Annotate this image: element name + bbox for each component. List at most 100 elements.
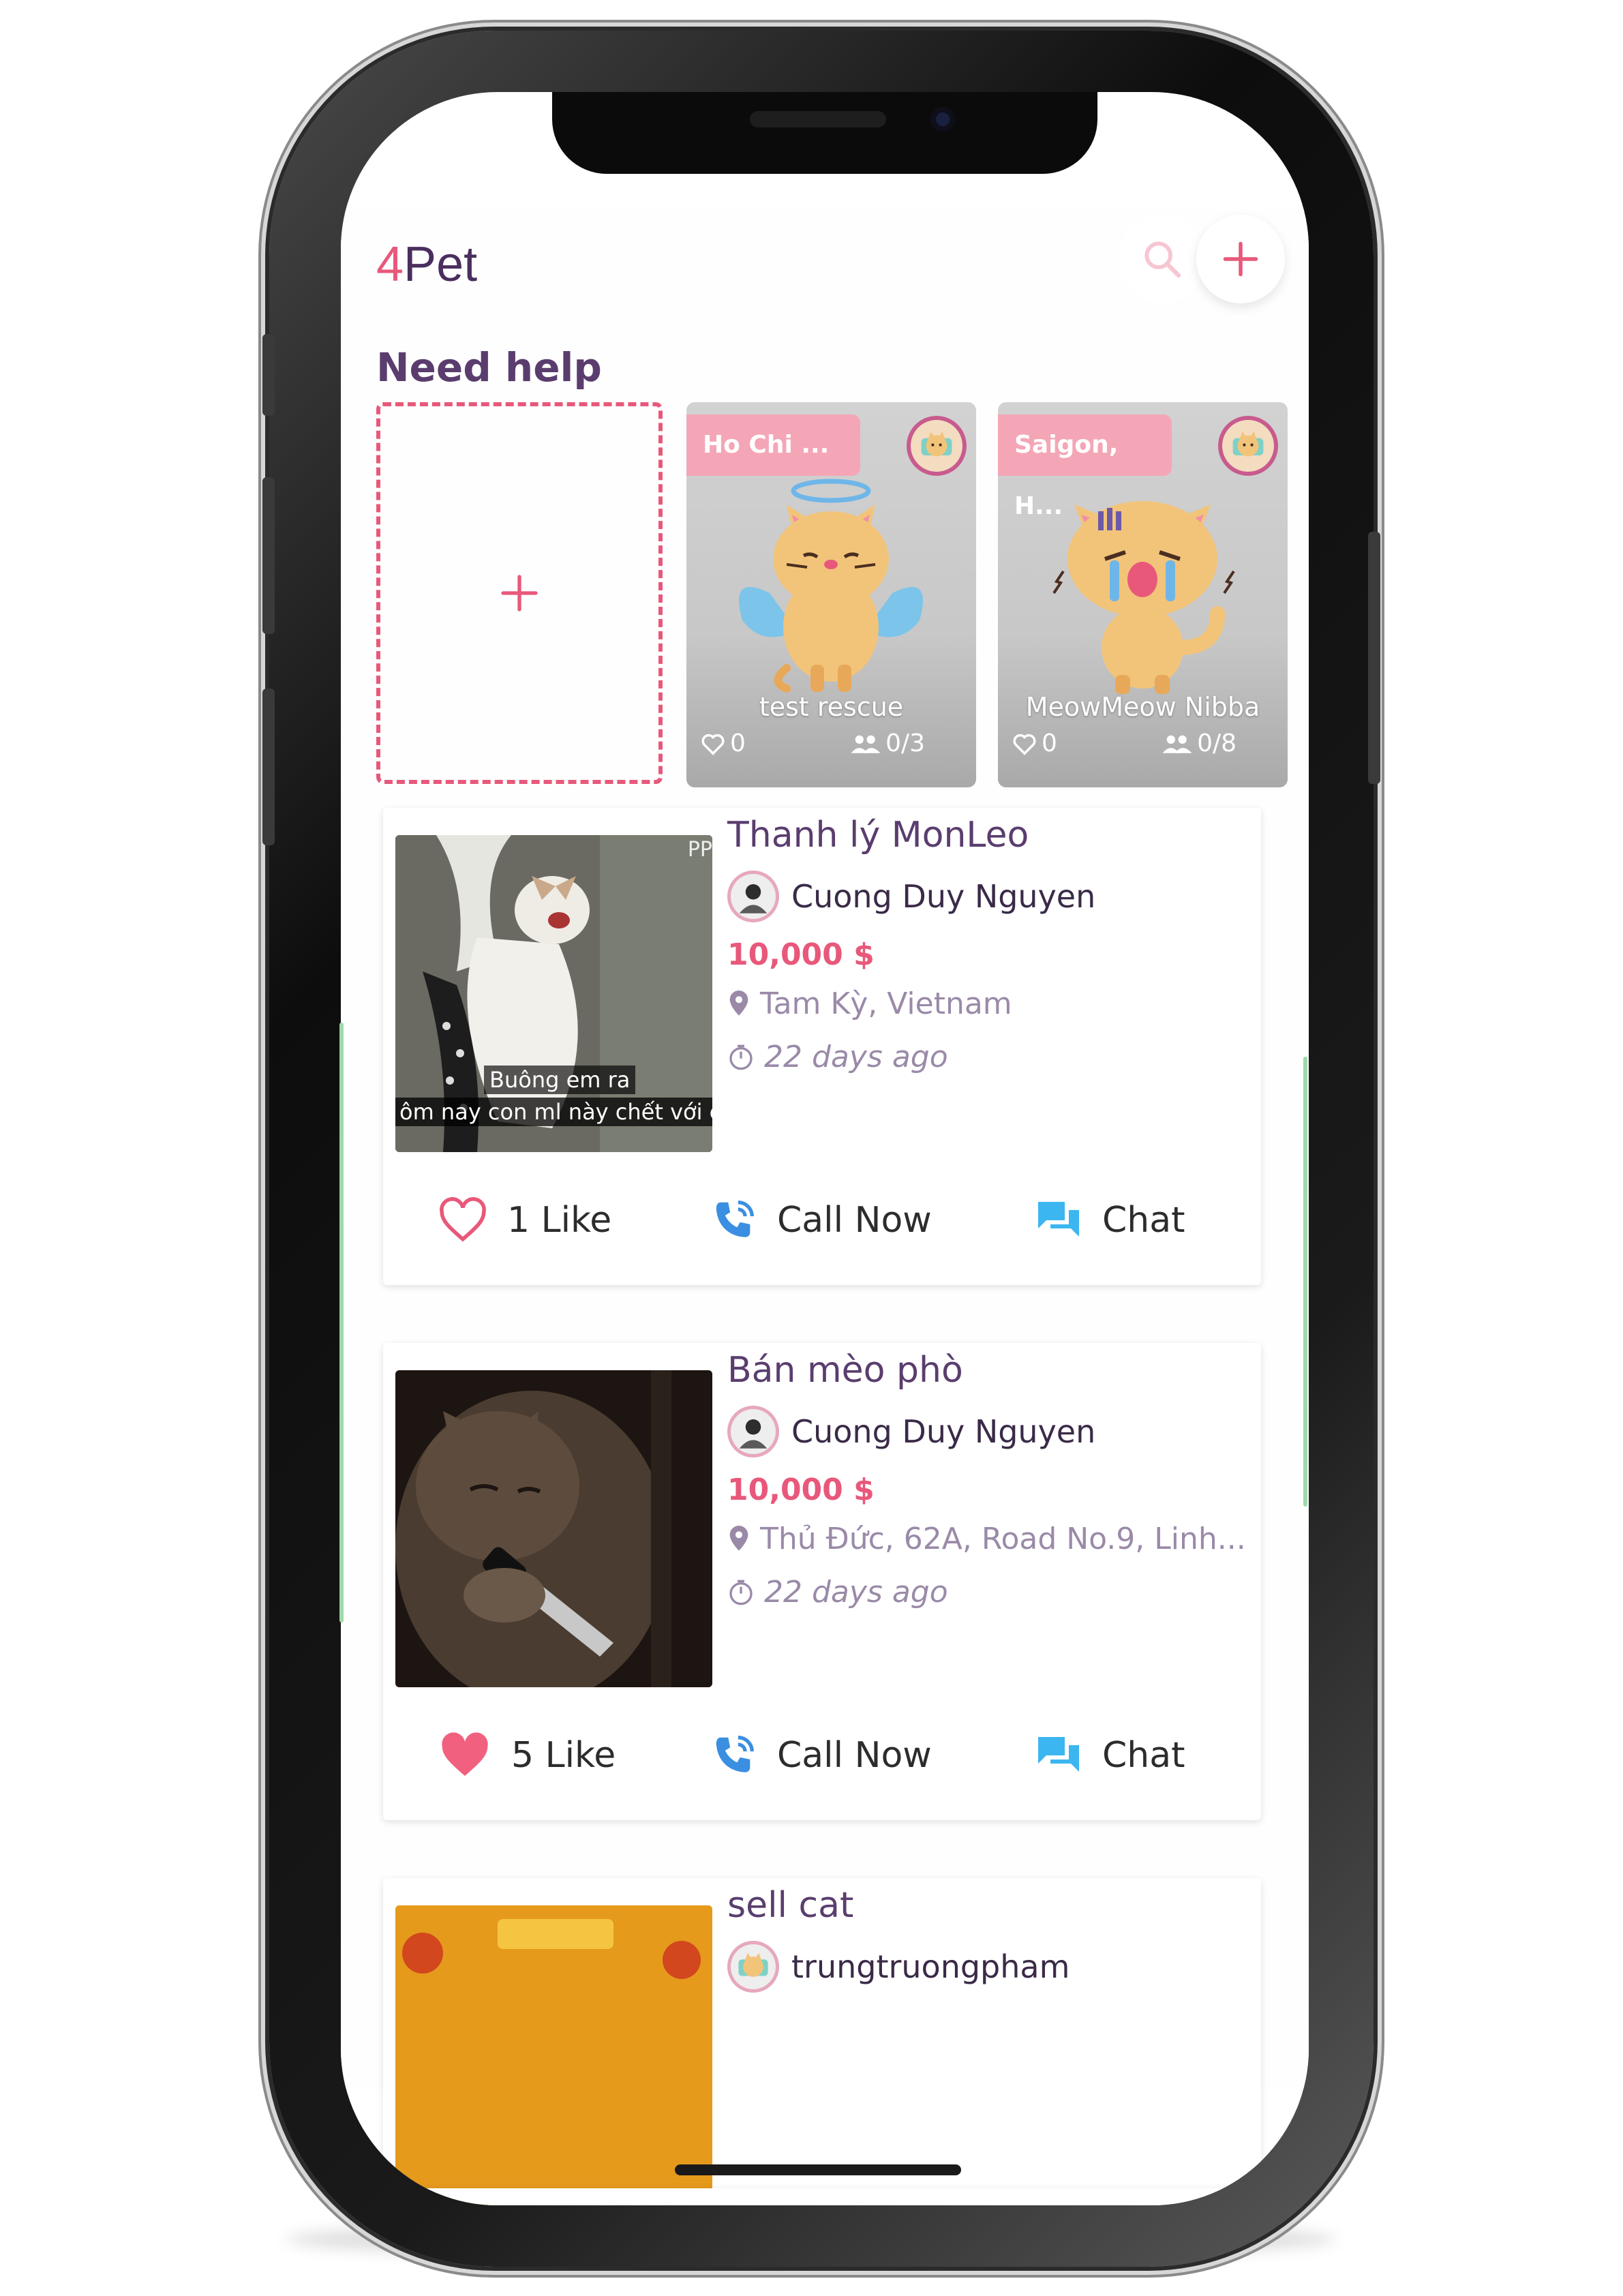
volume-up-button (262, 477, 275, 634)
call-now-button[interactable]: Call Now (710, 1718, 932, 1793)
listing-seller[interactable]: Cuong Duy Nguyen (727, 869, 1095, 924)
need-help-carousel[interactable]: Ho Chi ... test rescue 0 0/3 Saigon, H..… (376, 402, 1309, 791)
like-label: 1 Like (507, 1200, 612, 1241)
location-pin-icon (729, 1525, 748, 1551)
add-post-button[interactable] (1196, 215, 1285, 303)
like-button[interactable]: 1 Like (438, 1183, 611, 1258)
cat-face-icon (921, 432, 952, 457)
listing-photo[interactable] (395, 1905, 712, 2205)
heart-outline-icon (440, 1197, 486, 1242)
listing-time: 22 days ago (727, 1575, 948, 1610)
photo-caption: Buông em ra (484, 1066, 636, 1094)
angel-cat-illustration (739, 479, 923, 693)
chat-label: Chat (1102, 1200, 1185, 1241)
game-banner-photo (395, 1905, 712, 2205)
rescue-likes-count: 0 (1042, 729, 1057, 757)
rescue-likes-count: 0 (730, 729, 746, 757)
listing-title[interactable]: Bán mèo phò (727, 1350, 963, 1391)
plus-icon (501, 575, 538, 611)
listing-seller[interactable]: trungtruongpham (727, 1939, 1070, 1994)
bottom-navigation (341, 2188, 1309, 2205)
cat-face-icon (1232, 432, 1264, 457)
heart-outline-icon (1013, 734, 1036, 755)
seller-avatar (727, 1941, 779, 1993)
location-pin-icon (729, 990, 748, 1016)
heart-filled-icon (442, 1732, 488, 1776)
scroll-edge-indicator (339, 1023, 344, 1622)
rescue-card[interactable]: Saigon, H... MeowMeow Nibba 0 0/8 (998, 402, 1288, 787)
listing-title[interactable]: Thanh lý MonLeo (727, 815, 1029, 856)
listing-location: Tam Kỳ, Vietnam (727, 986, 1012, 1021)
like-button[interactable]: 5 Like (438, 1718, 616, 1793)
rescue-name: MeowMeow Nibba (1025, 692, 1260, 722)
people-icon (1162, 735, 1192, 753)
rescue-stats: 0 0/3 (700, 729, 962, 764)
listing-card[interactable]: sell cat trungtruongpham (383, 1878, 1261, 2205)
rescue-name: test rescue (759, 692, 904, 722)
need-help-title: Need help (376, 344, 602, 391)
rescue-members-count: 0/3 (885, 729, 925, 757)
seller-name: Cuong Duy Nguyen (791, 878, 1096, 915)
chat-button[interactable]: Chat (1034, 1183, 1185, 1258)
search-button[interactable] (1118, 215, 1207, 303)
rescue-likes: 0 (700, 729, 746, 757)
chat-icon (1038, 1202, 1079, 1237)
location-text: Thủ Đức, 62A, Road No.9, Linh... (760, 1522, 1246, 1556)
rescue-members: 0/3 (850, 729, 925, 757)
rescue-stats: 0 0/8 (1012, 729, 1274, 764)
phone-call-icon (716, 1200, 754, 1237)
brand-accent: 4 (376, 237, 404, 292)
add-rescue-card[interactable] (376, 402, 663, 784)
listing-card[interactable]: Buông em ra ôm nay con ml này chết với e… (383, 808, 1261, 1285)
like-label: 5 Like (511, 1735, 616, 1776)
home-indicator[interactable] (675, 2164, 961, 2175)
timer-icon (729, 1580, 753, 1605)
location-text: Tam Kỳ, Vietnam (760, 986, 1012, 1021)
listing-title[interactable]: sell cat (727, 1885, 853, 1926)
seller-name: trungtruongpham (791, 1948, 1070, 1985)
phone-screen: 4Pet Need help Ho Chi ... test rescue 0 … (341, 92, 1309, 2205)
call-label: Call Now (777, 1735, 932, 1776)
people-icon (851, 735, 881, 753)
listing-seller[interactable]: Cuong Duy Nguyen (727, 1404, 1095, 1459)
rescue-card[interactable]: Ho Chi ... test rescue 0 0/3 (686, 402, 976, 787)
seller-name: Cuong Duy Nguyen (791, 1413, 1096, 1450)
cat-photo (395, 1370, 712, 1687)
photo-caption: ôm nay con ml này chết với e (395, 1098, 712, 1126)
volume-down-button (262, 689, 275, 845)
brand-name: Pet (404, 237, 478, 292)
time-text: 22 days ago (764, 1040, 948, 1074)
rescue-likes: 0 (1012, 729, 1057, 757)
time-text: 22 days ago (764, 1575, 948, 1610)
app-logo: 4Pet (376, 237, 477, 292)
heart-outline-icon (701, 734, 725, 755)
listing-location: Thủ Đức, 62A, Road No.9, Linh... (727, 1522, 1246, 1556)
call-label: Call Now (777, 1200, 932, 1241)
listing-actions: 5 Like Call Now Chat (383, 1718, 1261, 1793)
chat-button[interactable]: Chat (1034, 1718, 1185, 1793)
listing-price: 10,000 $ (727, 937, 875, 972)
photo-watermark: PP (687, 838, 712, 862)
rescue-members: 0/8 (1162, 729, 1237, 757)
rescue-members-count: 0/8 (1197, 729, 1237, 757)
crying-cat-illustration (1052, 501, 1235, 694)
power-button (1368, 532, 1380, 784)
search-icon (1144, 241, 1181, 278)
call-now-button[interactable]: Call Now (710, 1183, 932, 1258)
chat-label: Chat (1102, 1735, 1185, 1776)
user-avatar (907, 416, 967, 476)
plus-icon (1223, 241, 1258, 277)
rescue-location: Ho Chi ... (686, 414, 860, 476)
app-root: 4Pet Need help Ho Chi ... test rescue 0 … (341, 208, 1309, 2205)
user-avatar (1218, 416, 1278, 476)
cat-face-icon (738, 1952, 768, 1977)
seller-avatar (727, 1406, 779, 1457)
listing-photo[interactable]: Buông em ra ôm nay con ml này chết với e… (395, 835, 712, 1152)
listing-actions: 1 Like Call Now Chat (383, 1183, 1261, 1258)
rescue-location: Saigon, H... (998, 414, 1172, 520)
listing-time: 22 days ago (727, 1040, 948, 1074)
listing-photo[interactable] (395, 1370, 712, 1687)
listing-card[interactable]: Bán mèo phò Cuong Duy Nguyen 10,000 $ Th… (383, 1343, 1261, 1820)
phone-notch (552, 92, 1097, 174)
scroll-edge-indicator (1303, 1057, 1307, 1507)
